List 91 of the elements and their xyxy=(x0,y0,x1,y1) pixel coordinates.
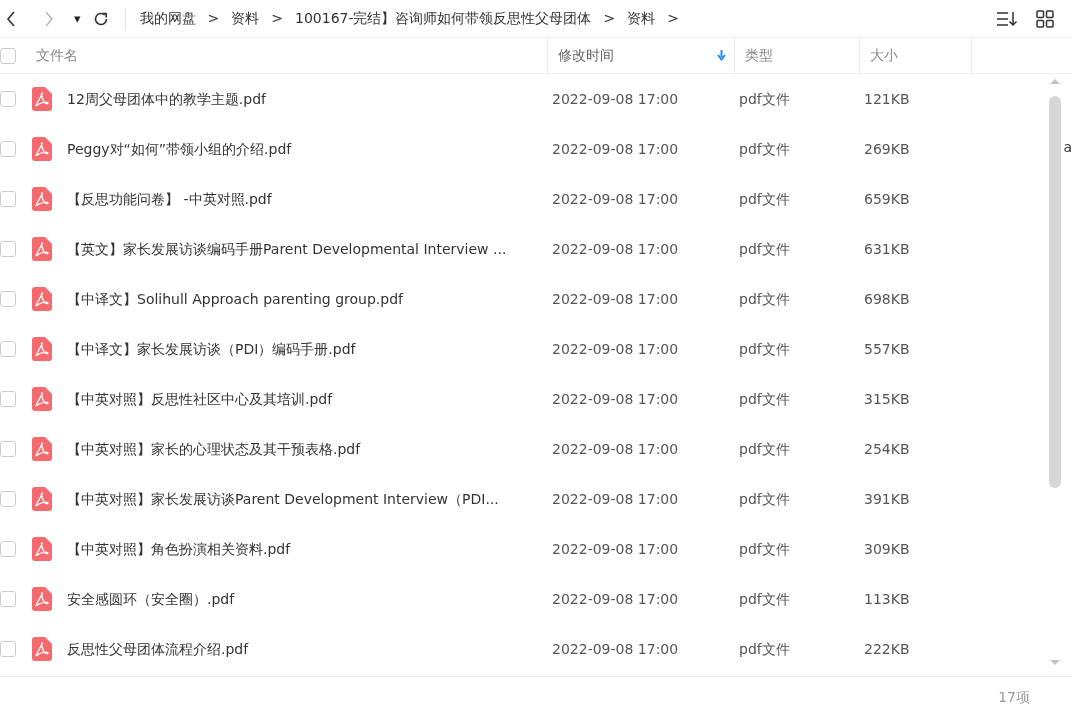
row-checkbox[interactable] xyxy=(0,541,16,557)
modified-date: 2022-09-08 17:00 xyxy=(552,590,679,607)
row-checkbox[interactable] xyxy=(0,391,16,407)
edge-text-fragment: a xyxy=(1063,138,1072,157)
breadcrumb-separator: > xyxy=(603,9,616,28)
breadcrumb-link[interactable]: 资料 xyxy=(231,8,260,29)
history-dropdown[interactable]: ▾ xyxy=(74,8,81,29)
column-header[interactable]: 类型 xyxy=(745,45,773,66)
file-size: 309KB xyxy=(864,540,910,557)
file-type: pdf文件 xyxy=(739,290,790,307)
modified-date: 2022-09-08 17:00 xyxy=(552,240,679,257)
modified-date: 2022-09-08 17:00 xyxy=(552,390,679,407)
file-size: 557KB xyxy=(864,340,910,357)
file-size: 113KB xyxy=(864,590,910,607)
file-type: pdf文件 xyxy=(739,490,790,507)
breadcrumb-link[interactable]: 我的网盘 xyxy=(139,8,196,29)
file-size: 391KB xyxy=(864,490,910,507)
item-count: 17项 xyxy=(998,687,1030,707)
pdf-file-icon xyxy=(32,637,52,661)
file-size: 631KB xyxy=(864,240,910,257)
row-checkbox[interactable] xyxy=(0,441,16,457)
pdf-file-icon xyxy=(32,487,52,511)
pdf-file-icon xyxy=(32,137,52,161)
row-checkbox[interactable] xyxy=(0,591,16,607)
file-name[interactable]: 12周父母团体中的教学主题.pdf xyxy=(67,90,266,107)
pdf-file-icon xyxy=(32,437,52,461)
file-name[interactable]: 安全感圆环（安全圈）.pdf xyxy=(67,590,235,607)
breadcrumb-separator: > xyxy=(667,9,679,28)
modified-date: 2022-09-08 17:00 xyxy=(552,540,679,557)
row-checkbox[interactable] xyxy=(0,191,16,207)
file-type: pdf文件 xyxy=(739,540,790,557)
modified-date: 2022-09-08 17:00 xyxy=(552,140,679,157)
pdf-file-icon xyxy=(32,387,52,411)
modified-date: 2022-09-08 17:00 xyxy=(552,90,679,107)
sort-arrow-icon xyxy=(717,50,726,61)
breadcrumb-link[interactable]: 资料 xyxy=(627,8,656,29)
file-type: pdf文件 xyxy=(739,440,790,457)
file-name[interactable]: 【反思功能问卷】 -中英对照.pdf xyxy=(67,190,272,207)
modified-date: 2022-09-08 17:00 xyxy=(552,490,679,507)
column-header[interactable]: 文件名 xyxy=(36,45,78,66)
modified-date: 2022-09-08 17:00 xyxy=(552,190,679,207)
file-type: pdf文件 xyxy=(739,190,790,207)
file-name[interactable]: 【英文】家长发展访谈编码手册Parent Developmental Interview ... xyxy=(67,240,507,257)
column-header[interactable]: 大小 xyxy=(870,45,898,66)
modified-date: 2022-09-08 17:00 xyxy=(552,290,679,307)
row-checkbox[interactable] xyxy=(0,291,16,307)
modified-date: 2022-09-08 17:00 xyxy=(552,340,679,357)
file-name[interactable]: Peggy对“如何”带领小组的介绍.pdf xyxy=(67,140,292,157)
row-checkbox[interactable] xyxy=(0,341,16,357)
file-size: 121KB xyxy=(864,90,910,107)
file-name[interactable]: 反思性父母团体流程介绍.pdf xyxy=(67,640,249,657)
modified-date: 2022-09-08 17:00 xyxy=(552,640,679,657)
file-size: 222KB xyxy=(864,640,910,657)
file-size: 659KB xyxy=(864,190,910,207)
breadcrumb-separator: > xyxy=(207,9,220,28)
file-type: pdf文件 xyxy=(739,140,790,157)
file-type: pdf文件 xyxy=(739,90,790,107)
select-all-checkbox[interactable] xyxy=(0,47,16,64)
file-size: 315KB xyxy=(864,390,910,407)
file-name[interactable]: 【中英对照】角色扮演相关资料.pdf xyxy=(67,540,291,557)
file-type: pdf文件 xyxy=(739,390,790,407)
pdf-file-icon xyxy=(32,287,52,311)
file-name[interactable]: 【中译文】Solihull Approach parenting group.pdf xyxy=(67,290,403,307)
file-size: 269KB xyxy=(864,140,910,157)
row-checkbox[interactable] xyxy=(0,491,16,507)
pdf-file-icon xyxy=(32,587,52,611)
row-checkbox[interactable] xyxy=(0,91,16,107)
grid-view-icon[interactable] xyxy=(1036,9,1054,28)
sort-icon[interactable] xyxy=(996,9,1018,28)
file-type: pdf文件 xyxy=(739,240,790,257)
row-checkbox[interactable] xyxy=(0,241,16,257)
pdf-file-icon xyxy=(32,537,52,561)
file-type: pdf文件 xyxy=(739,640,790,657)
pdf-file-icon xyxy=(32,237,52,261)
file-type: pdf文件 xyxy=(739,590,790,607)
row-checkbox[interactable] xyxy=(0,641,16,657)
modified-date: 2022-09-08 17:00 xyxy=(552,440,679,457)
file-size: 254KB xyxy=(864,440,910,457)
file-size: 698KB xyxy=(864,290,910,307)
file-name[interactable]: 【中英对照】家长发展访谈Parent Development Interview（PDI... xyxy=(67,490,499,507)
row-checkbox[interactable] xyxy=(0,141,16,157)
column-header[interactable]: 修改时间 xyxy=(558,45,614,66)
pdf-file-icon xyxy=(32,337,52,361)
pdf-file-icon xyxy=(32,187,52,211)
file-name[interactable]: 【中英对照】反思性社区中心及其培训.pdf xyxy=(67,390,333,407)
file-name[interactable]: 【中英对照】家长的心理状态及其干预表格.pdf xyxy=(67,440,361,457)
breadcrumb-link[interactable]: 100167-完结】咨询师如何带领反思性父母团体 xyxy=(295,8,592,29)
file-name[interactable]: 【中译文】家长发展访谈（PDI）编码手册.pdf xyxy=(67,340,356,357)
breadcrumb-separator: > xyxy=(271,9,283,28)
file-type: pdf文件 xyxy=(739,340,790,357)
pdf-file-icon xyxy=(32,87,52,111)
